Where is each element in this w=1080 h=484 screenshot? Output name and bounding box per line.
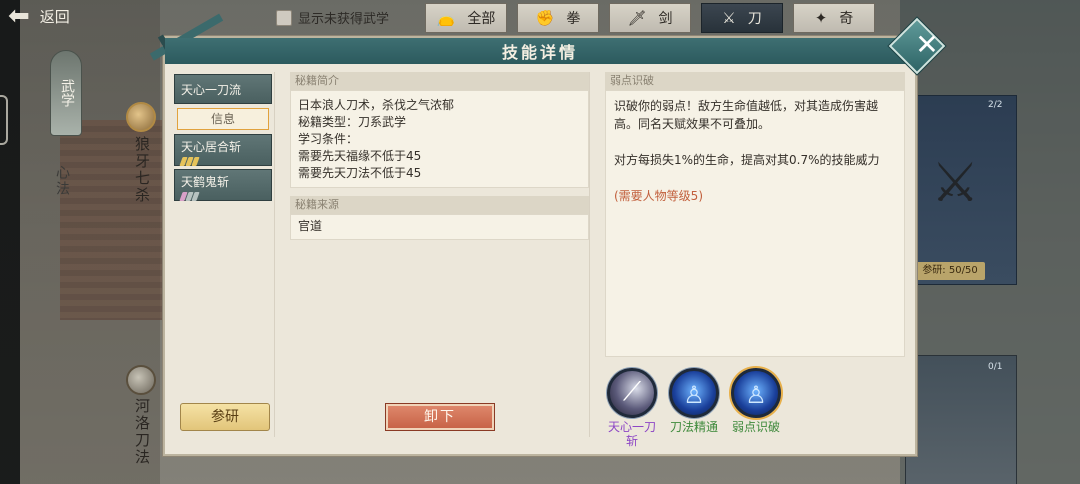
intro-line: 需要先天刀法不低于45 (298, 166, 422, 180)
tab-special[interactable]: ✦ 奇 (793, 3, 875, 33)
talent-tianxin-yidaozhan[interactable]: ⟋ 天心一刀斩 (605, 368, 659, 448)
blade-icon: ⚔ (722, 9, 736, 27)
background-skill-card[interactable]: ⚔ (905, 95, 1017, 285)
research-button[interactable]: 参研 (180, 403, 270, 431)
talent-detail-body: 识破你的弱点！敌方生命值越低，对其造成伤害越高。同名天赋效果不可叠加。 对方每损… (605, 90, 905, 357)
warrior-silhouette-icon: ⚔ (931, 151, 980, 214)
talent-effect: 对方每损失1%的生命，提高对其0.7%的技能威力 (614, 153, 880, 167)
show-unowned-checkbox[interactable] (276, 9, 292, 26)
skill-detail-dialog: 技能详情 ✕ 天心一刀流 信息 天心居合斩 天鹤鬼斩 参研 秘籍简介 日本浪人刀… (149, 13, 946, 456)
manual-info-panel: 秘籍简介 日本浪人刀术，杀伐之气浓郁 秘籍类型：刀系武学 学习条件： 需要先天福… (290, 72, 590, 437)
sword-icon: 🗡 (627, 9, 647, 27)
back-button[interactable]: ⬅ 返回 (8, 1, 70, 31)
card-research-badge: 参研: 50/50 (915, 262, 985, 280)
tab-info[interactable]: 信息 (177, 108, 269, 130)
background-skill-card-2[interactable] (905, 355, 1017, 484)
skill-item-tianhe-guizhan[interactable]: 天鹤鬼斩 (174, 169, 272, 201)
card-count: 2/2 (988, 100, 1003, 110)
show-unowned-toggle[interactable]: 显示未获得武学 (276, 8, 389, 27)
show-unowned-label: 显示未获得武学 (298, 12, 390, 27)
fist-icon: ✊ (535, 9, 555, 27)
left-edge-handle[interactable] (0, 95, 8, 145)
tab-blade[interactable]: ⚔ 刀 (701, 3, 783, 33)
warrior-icon: ♙ (669, 368, 719, 418)
intro-header: 秘籍简介 (290, 72, 589, 90)
tab-blade-label: 刀 (747, 11, 762, 27)
tab-sword[interactable]: 🗡 剑 (609, 3, 691, 33)
talent-label: 刀法精通 (669, 420, 718, 434)
intro-line: 学习条件： (298, 132, 359, 146)
tab-fist-label: 拳 (566, 11, 581, 27)
dialog-header: 技能详情 (165, 38, 915, 64)
tab-special-label: 奇 (839, 11, 854, 27)
skill-label-heluo: 河洛刀法 (133, 398, 151, 466)
skill-item-tianxin-yidao[interactable]: 天心一刀流 (174, 74, 272, 104)
intro-line: 需要先天福缘不低于45 (298, 149, 422, 163)
tab-all-label: 全部 (467, 11, 496, 27)
skill-icon-heluo[interactable] (126, 365, 156, 395)
talent-row: ⟋ 天心一刀斩 ♙ 刀法精通 ♙ 弱点识破 (605, 368, 783, 448)
tab-wuxue-label: 武学 (59, 79, 75, 107)
talent-detail-panel: 弱点识破 识破你的弱点！敌方生命值越低，对其造成伤害越高。同名天赋效果不可叠加。… (605, 72, 905, 357)
skill-item-label: 天心居合斩 (181, 140, 242, 154)
card-count-2: 0/1 (988, 362, 1003, 372)
close-icon[interactable]: ✕ (912, 29, 942, 61)
blade-slash-icon: ⟋ (607, 368, 657, 418)
talent-daofa-jingtong[interactable]: ♙ 刀法精通 (667, 368, 721, 448)
back-arrow-icon: ⬅ (8, 1, 30, 31)
talent-detail-header: 弱点识破 (605, 72, 905, 90)
shuriken-icon: ✦ (814, 9, 828, 27)
tab-all[interactable]: 👝 全部 (425, 3, 507, 33)
skill-label-langya: 狼牙七杀 (133, 136, 151, 204)
warrior-icon: ♙ (731, 368, 781, 418)
skill-list: 天心一刀流 信息 天心居合斩 天鹤鬼斩 参研 (172, 72, 275, 437)
skill-item-label: 天心一刀流 (181, 83, 242, 97)
bag-icon: 👝 (436, 9, 456, 27)
tab-xinfa[interactable]: 心法 (52, 165, 72, 197)
skill-icon-langya[interactable] (126, 102, 156, 132)
talent-label: 天心一刀斩 (607, 420, 656, 448)
back-label: 返回 (39, 7, 70, 26)
intro-line: 日本浪人刀术，杀伐之气浓郁 (298, 98, 455, 112)
unload-button[interactable]: 卸下 (385, 403, 495, 431)
source-header: 秘籍来源 (290, 196, 589, 214)
skill-item-tianxin-juhe[interactable]: 天心居合斩 (174, 134, 272, 166)
tab-fist[interactable]: ✊ 拳 (517, 3, 599, 33)
dialog-title: 技能详情 (501, 43, 578, 62)
talent-ruodian-shipo[interactable]: ♙ 弱点识破 (729, 368, 783, 448)
skill-level-indicator (179, 192, 271, 201)
source-value: 官道 (290, 214, 589, 240)
background-building (60, 120, 180, 320)
tab-wuxue[interactable]: 武学 (50, 50, 82, 136)
talent-requirement: (需要人物等级5) (614, 189, 703, 203)
intro-line: 秘籍类型：刀系武学 (298, 115, 407, 129)
talent-label: 弱点识破 (731, 420, 780, 434)
skill-item-label: 天鹤鬼斩 (181, 175, 230, 189)
tab-sword-label: 剑 (658, 11, 673, 27)
skill-level-indicator (179, 157, 271, 166)
intro-body: 日本浪人刀术，杀伐之气浓郁 秘籍类型：刀系武学 学习条件： 需要先天福缘不低于4… (290, 90, 589, 188)
talent-desc: 识破你的弱点！敌方生命值越低，对其造成伤害越高。同名天赋效果不可叠加。 (614, 99, 879, 131)
filter-tabs: 👝 全部 ✊ 拳 🗡 剑 ⚔ 刀 ✦ 奇 (425, 3, 875, 33)
